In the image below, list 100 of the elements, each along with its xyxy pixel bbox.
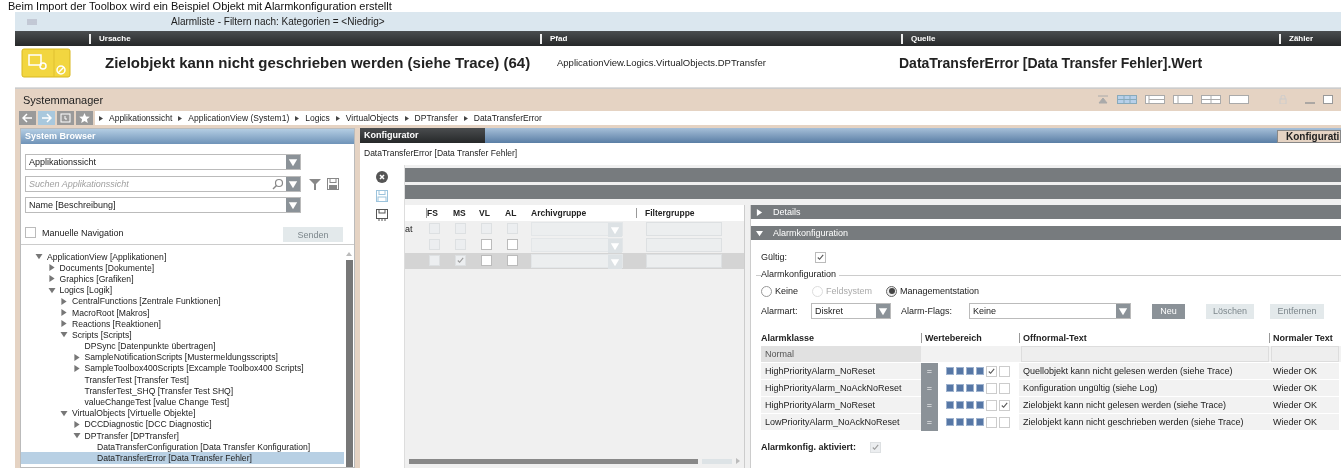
column-header[interactable]: Alarmklasse <box>761 333 921 343</box>
breadcrumb-link[interactable]: ApplicationView (System1) <box>188 113 290 123</box>
breadcrumb-link[interactable]: DPTransfer <box>414 113 458 123</box>
close-icon[interactable] <box>376 171 388 183</box>
checkbox[interactable] <box>986 399 997 411</box>
checkbox[interactable] <box>999 416 1010 428</box>
search-icon[interactable] <box>272 177 284 190</box>
column-header[interactable]: Normaler Text <box>1269 333 1339 343</box>
collapsed-arrow-icon[interactable] <box>72 420 81 428</box>
tree-item[interactable]: TransferTest_SHQ [Transfer Test SHQ] <box>21 385 344 397</box>
radio-button[interactable] <box>761 285 772 297</box>
expanded-arrow-icon[interactable] <box>72 432 81 440</box>
scrollbar[interactable] <box>344 251 354 467</box>
checkbox[interactable] <box>25 227 36 239</box>
text-field[interactable] <box>1021 346 1269 362</box>
layout-icon[interactable] <box>1201 95 1221 104</box>
save-icon[interactable] <box>327 177 339 190</box>
priority-square-icon[interactable] <box>966 367 974 375</box>
tree-item[interactable]: DPSync [Datenpunkte übertragen] <box>21 340 344 352</box>
priority-square-icon[interactable] <box>976 367 984 375</box>
save-icon[interactable] <box>376 190 388 202</box>
maximize-icon[interactable] <box>1323 95 1333 104</box>
column-header[interactable]: Pfad <box>540 33 901 44</box>
checkbox[interactable] <box>870 441 882 453</box>
column-header[interactable]: MS <box>453 208 479 218</box>
priority-square-icon[interactable] <box>976 418 984 426</box>
breadcrumb-link[interactable]: Applikationssicht <box>109 113 173 123</box>
tree-item[interactable]: Reactions [Reaktionen] <box>21 318 344 330</box>
breadcrumb-link[interactable]: VirtualObjects <box>345 113 399 123</box>
archive-group-dropdown[interactable] <box>531 222 623 236</box>
tree-item[interactable]: DataTransferConfiguration [Data Transfer Konfiguration] <box>21 441 344 453</box>
column-header[interactable]: Wertebereich <box>921 333 1019 343</box>
tree-item[interactable]: Graphics [Grafiken] <box>21 273 344 285</box>
section-header[interactable]: Alarmkonfiguration <box>751 226 1341 240</box>
checkbox[interactable] <box>507 254 518 266</box>
filter-group-field[interactable] <box>646 238 722 252</box>
tree-item[interactable]: CentralFunctions [Zentrale Funktionen] <box>21 295 344 307</box>
alarm-type-dropdown[interactable]: Diskret <box>811 303 891 319</box>
checkbox[interactable] <box>507 238 518 250</box>
checkbox[interactable] <box>999 365 1010 377</box>
expanded-arrow-icon[interactable] <box>756 229 763 237</box>
tree-item[interactable]: MacroRoot [Makros] <box>21 306 344 319</box>
tree-item[interactable]: valueChangeTest [value Change Test] <box>21 396 344 408</box>
grid-row[interactable] <box>405 253 744 269</box>
layout-icon[interactable] <box>1145 95 1165 104</box>
priority-square-icon[interactable] <box>946 418 954 426</box>
tree-item[interactable]: ApplicationView [Applikationen] <box>21 251 344 263</box>
column-header[interactable]: Filtergruppe <box>636 208 736 218</box>
expanded-arrow-icon[interactable] <box>35 253 43 261</box>
layout-icon[interactable] <box>1229 95 1249 104</box>
breadcrumb-link[interactable]: Logics <box>305 113 330 123</box>
expanded-arrow-icon[interactable] <box>60 331 68 339</box>
checkbox[interactable] <box>986 382 997 394</box>
column-header[interactable]: Ursache <box>89 33 540 44</box>
collapse-icon[interactable] <box>1097 95 1109 104</box>
tab[interactable]: Konfigurati <box>1277 130 1341 143</box>
column-header[interactable]: Offnormal-Text <box>1019 333 1269 343</box>
expanded-arrow-icon[interactable] <box>47 286 56 294</box>
priority-square-icon[interactable] <box>946 384 954 392</box>
filter-group-field[interactable] <box>646 254 722 268</box>
layout-icon[interactable] <box>1173 95 1193 104</box>
checkbox[interactable] <box>815 251 826 263</box>
priority-square-icon[interactable] <box>956 367 964 375</box>
section-header[interactable]: Details <box>751 205 1341 219</box>
column-header[interactable]: VL <box>479 208 505 218</box>
tree-item[interactable]: SampleNotificationScripts [Mustermeldungsscripts] <box>21 351 344 363</box>
tree-item[interactable]: SampleToolbox400Scripts [Excample Toolbox400 Scripts] <box>21 362 344 375</box>
checkbox[interactable] <box>986 365 997 377</box>
priority-square-icon[interactable] <box>966 401 974 409</box>
history-button[interactable] <box>57 111 74 125</box>
back-button[interactable] <box>19 111 36 125</box>
view-dropdown[interactable]: Applikationssicht <box>25 153 301 170</box>
display-dropdown[interactable]: Name [Beschreibung] <box>25 197 301 214</box>
tree-item[interactable]: Scripts [Scripts] <box>21 329 344 341</box>
collapsed-arrow-icon[interactable] <box>756 208 763 216</box>
tree-item[interactable]: VirtualObjects [Virtuelle Objekte] <box>21 407 344 419</box>
alarm-flags-dropdown[interactable]: Keine <box>969 303 1131 319</box>
filter-group-field[interactable] <box>646 222 722 236</box>
priority-square-icon[interactable] <box>976 401 984 409</box>
tree-item[interactable]: TransferTest [Transfer Test] <box>21 374 344 386</box>
forward-button[interactable] <box>38 111 55 125</box>
archive-group-dropdown[interactable] <box>531 238 623 252</box>
save-as-icon[interactable] <box>376 209 388 221</box>
priority-square-icon[interactable] <box>966 418 974 426</box>
checkbox[interactable] <box>481 254 492 266</box>
column-header[interactable]: Zähler <box>1279 33 1319 44</box>
column-header[interactable]: Quelle <box>901 33 1279 44</box>
priority-square-icon[interactable] <box>956 384 964 392</box>
tree-item[interactable]: DCCDiagnostic [DCC Diagnostic] <box>21 418 344 430</box>
priority-square-icon[interactable] <box>976 384 984 392</box>
grid-row[interactable]: at <box>405 221 744 237</box>
priority-square-icon[interactable] <box>956 401 964 409</box>
checkbox[interactable] <box>986 416 997 428</box>
expanded-arrow-icon[interactable] <box>60 409 68 417</box>
tree-item[interactable]: DataTransferError [Data Transfer Fehler] <box>21 452 344 464</box>
tree-item[interactable]: Documents [Dokumente] <box>21 262 344 274</box>
radio-button[interactable] <box>886 285 898 297</box>
tree-item[interactable]: Logics [Logik] <box>21 284 344 296</box>
priority-square-icon[interactable] <box>946 401 954 409</box>
priority-square-icon[interactable] <box>946 367 954 375</box>
